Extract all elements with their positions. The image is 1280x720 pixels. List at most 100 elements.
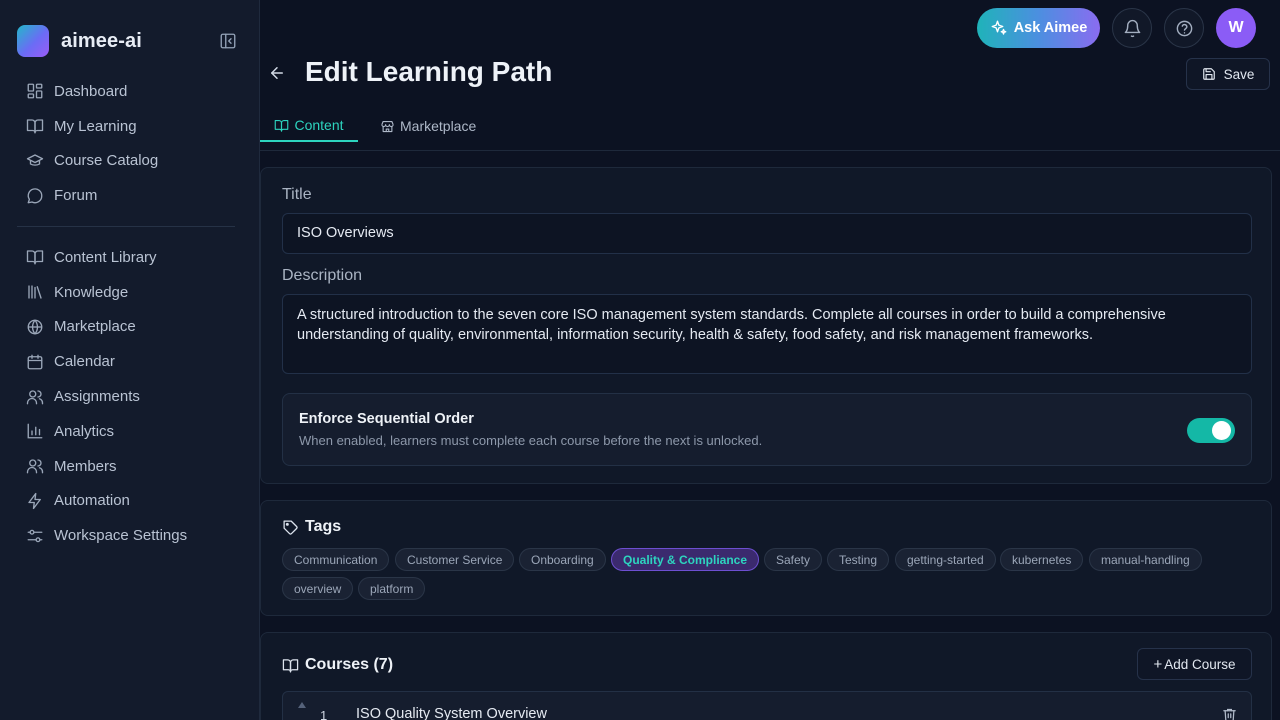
help-circle-icon xyxy=(1175,19,1194,38)
sidebar-item-label: Marketplace xyxy=(54,318,136,336)
courses-heading: Courses (7) xyxy=(282,656,393,674)
user-avatar[interactable]: W xyxy=(1216,8,1256,48)
sidebar-item-label: Knowledge xyxy=(54,283,129,301)
book-open-icon xyxy=(274,118,289,133)
primary-nav: Dashboard My Learning Course Catalog For… xyxy=(17,74,237,213)
book-open-icon xyxy=(282,657,299,674)
users-icon xyxy=(26,388,44,406)
tag-chip[interactable]: kubernetes xyxy=(1000,548,1084,571)
tag-chip[interactable]: Communication xyxy=(282,548,390,571)
bell-icon xyxy=(1123,19,1142,38)
sequential-order-toggle[interactable] xyxy=(1187,418,1235,443)
details-card: Title ISO Overviews Description A struct… xyxy=(260,167,1272,484)
book-open-icon xyxy=(26,117,44,135)
tag-icon xyxy=(282,519,299,536)
nav-divider xyxy=(17,226,235,227)
sidebar-collapse-icon[interactable] xyxy=(219,32,237,50)
help-button[interactable] xyxy=(1164,8,1204,48)
tag-chip-selected[interactable]: Quality & Compliance xyxy=(611,548,760,571)
book-open-icon xyxy=(26,248,44,266)
tag-chip[interactable]: Customer Service xyxy=(395,548,515,571)
sidebar-item-workspace-settings[interactable]: Workspace Settings xyxy=(17,518,237,553)
sliders-icon xyxy=(26,527,44,545)
sidebar-item-assignments[interactable]: Assignments xyxy=(17,379,237,414)
sidebar-item-content-library[interactable]: Content Library xyxy=(17,240,237,275)
notifications-button[interactable] xyxy=(1112,8,1152,48)
courses-heading-label: Courses (7) xyxy=(305,656,394,673)
add-course-button[interactable]: + Add Course xyxy=(1137,648,1252,680)
brand-name: aimee-ai xyxy=(61,29,142,52)
brand-logo xyxy=(17,25,49,57)
dashboard-icon xyxy=(26,82,44,100)
save-label: Save xyxy=(1223,66,1255,82)
sidebar-item-marketplace[interactable]: Marketplace xyxy=(17,310,237,345)
tag-chip[interactable]: getting-started xyxy=(895,548,996,571)
course-number: 1 xyxy=(320,708,328,720)
tab-content[interactable]: Content xyxy=(260,110,358,142)
sidebar-item-label: Workspace Settings xyxy=(54,527,188,545)
tag-chip[interactable]: Onboarding xyxy=(519,548,606,571)
course-title: ISO Quality System Overview xyxy=(356,706,547,720)
sidebar-item-label: Course Catalog xyxy=(54,152,159,170)
title-input[interactable]: ISO Overviews xyxy=(282,213,1252,254)
chat-bubble-icon xyxy=(26,187,44,205)
course-row[interactable]: 1 ISO Quality System Overview xyxy=(282,691,1252,720)
sidebar-item-label: Assignments xyxy=(54,388,140,406)
arrow-left-icon xyxy=(268,64,286,82)
sidebar-item-label: My Learning xyxy=(54,117,137,135)
description-textarea[interactable]: A structured introduction to the seven c… xyxy=(282,294,1252,374)
save-button[interactable]: Save xyxy=(1186,58,1270,90)
add-course-label: Add Course xyxy=(1164,656,1236,672)
sidebar-item-label: Dashboard xyxy=(54,82,128,100)
sidebar-item-automation[interactable]: Automation xyxy=(17,484,237,519)
sidebar-item-members[interactable]: Members xyxy=(17,449,237,484)
sequential-order-description: When enabled, learners must complete eac… xyxy=(299,433,763,448)
tab-label: Content xyxy=(294,117,344,133)
store-icon xyxy=(380,119,395,134)
brand[interactable]: aimee-ai xyxy=(17,25,142,57)
tag-chip[interactable]: platform xyxy=(358,577,426,600)
ask-aimee-label: Ask Aimee xyxy=(1013,20,1088,36)
secondary-nav: Content Library Knowledge Marketplace Ca… xyxy=(17,240,237,553)
page-title: Edit Learning Path xyxy=(305,56,553,87)
move-up-icon[interactable] xyxy=(298,702,306,708)
tag-chip[interactable]: Testing xyxy=(827,548,890,571)
sidebar-item-course-catalog[interactable]: Course Catalog xyxy=(17,144,237,179)
sidebar-item-label: Members xyxy=(54,457,117,475)
users-icon xyxy=(26,457,44,475)
plus-icon: + xyxy=(1153,655,1163,673)
sidebar-item-dashboard[interactable]: Dashboard xyxy=(17,74,237,109)
tag-chip[interactable]: Safety xyxy=(764,548,823,571)
library-icon xyxy=(26,283,44,301)
sidebar-item-label: Automation xyxy=(54,492,130,510)
tab-label: Marketplace xyxy=(400,118,477,134)
courses-card: Courses (7) + Add Course 1 ISO Quality S… xyxy=(260,632,1272,720)
tab-marketplace[interactable]: Marketplace xyxy=(380,110,476,142)
sidebar-item-label: Content Library xyxy=(54,248,157,266)
ask-aimee-button[interactable]: Ask Aimee xyxy=(977,8,1100,48)
trash-icon[interactable] xyxy=(1222,707,1237,720)
save-icon xyxy=(1202,67,1216,81)
tag-chip[interactable]: manual-handling xyxy=(1089,548,1202,571)
graduation-cap-icon xyxy=(26,152,44,170)
sidebar-item-analytics[interactable]: Analytics xyxy=(17,414,237,449)
tag-chip[interactable]: overview xyxy=(282,577,354,600)
lightning-icon xyxy=(26,492,44,510)
sidebar-item-knowledge[interactable]: Knowledge xyxy=(17,275,237,310)
calendar-icon xyxy=(26,353,44,371)
description-label: Description xyxy=(282,267,363,284)
sidebar-item-my-learning[interactable]: My Learning xyxy=(17,109,237,144)
sidebar-item-calendar[interactable]: Calendar xyxy=(17,344,237,379)
sidebar-item-label: Analytics xyxy=(54,422,115,440)
back-button[interactable] xyxy=(264,60,290,86)
bar-chart-icon xyxy=(26,422,44,440)
tags-heading: Tags xyxy=(282,518,341,536)
sidebar: aimee-ai Dashboard My Learning Course Ca… xyxy=(0,0,260,720)
sidebar-item-label: Forum xyxy=(54,187,98,205)
toggle-knob xyxy=(1212,421,1231,440)
sidebar-item-label: Calendar xyxy=(54,353,115,371)
sequential-order-title: Enforce Sequential Order xyxy=(299,411,474,427)
tabs-divider xyxy=(260,150,1280,151)
sidebar-item-forum[interactable]: Forum xyxy=(17,178,237,213)
globe-icon xyxy=(26,318,44,336)
